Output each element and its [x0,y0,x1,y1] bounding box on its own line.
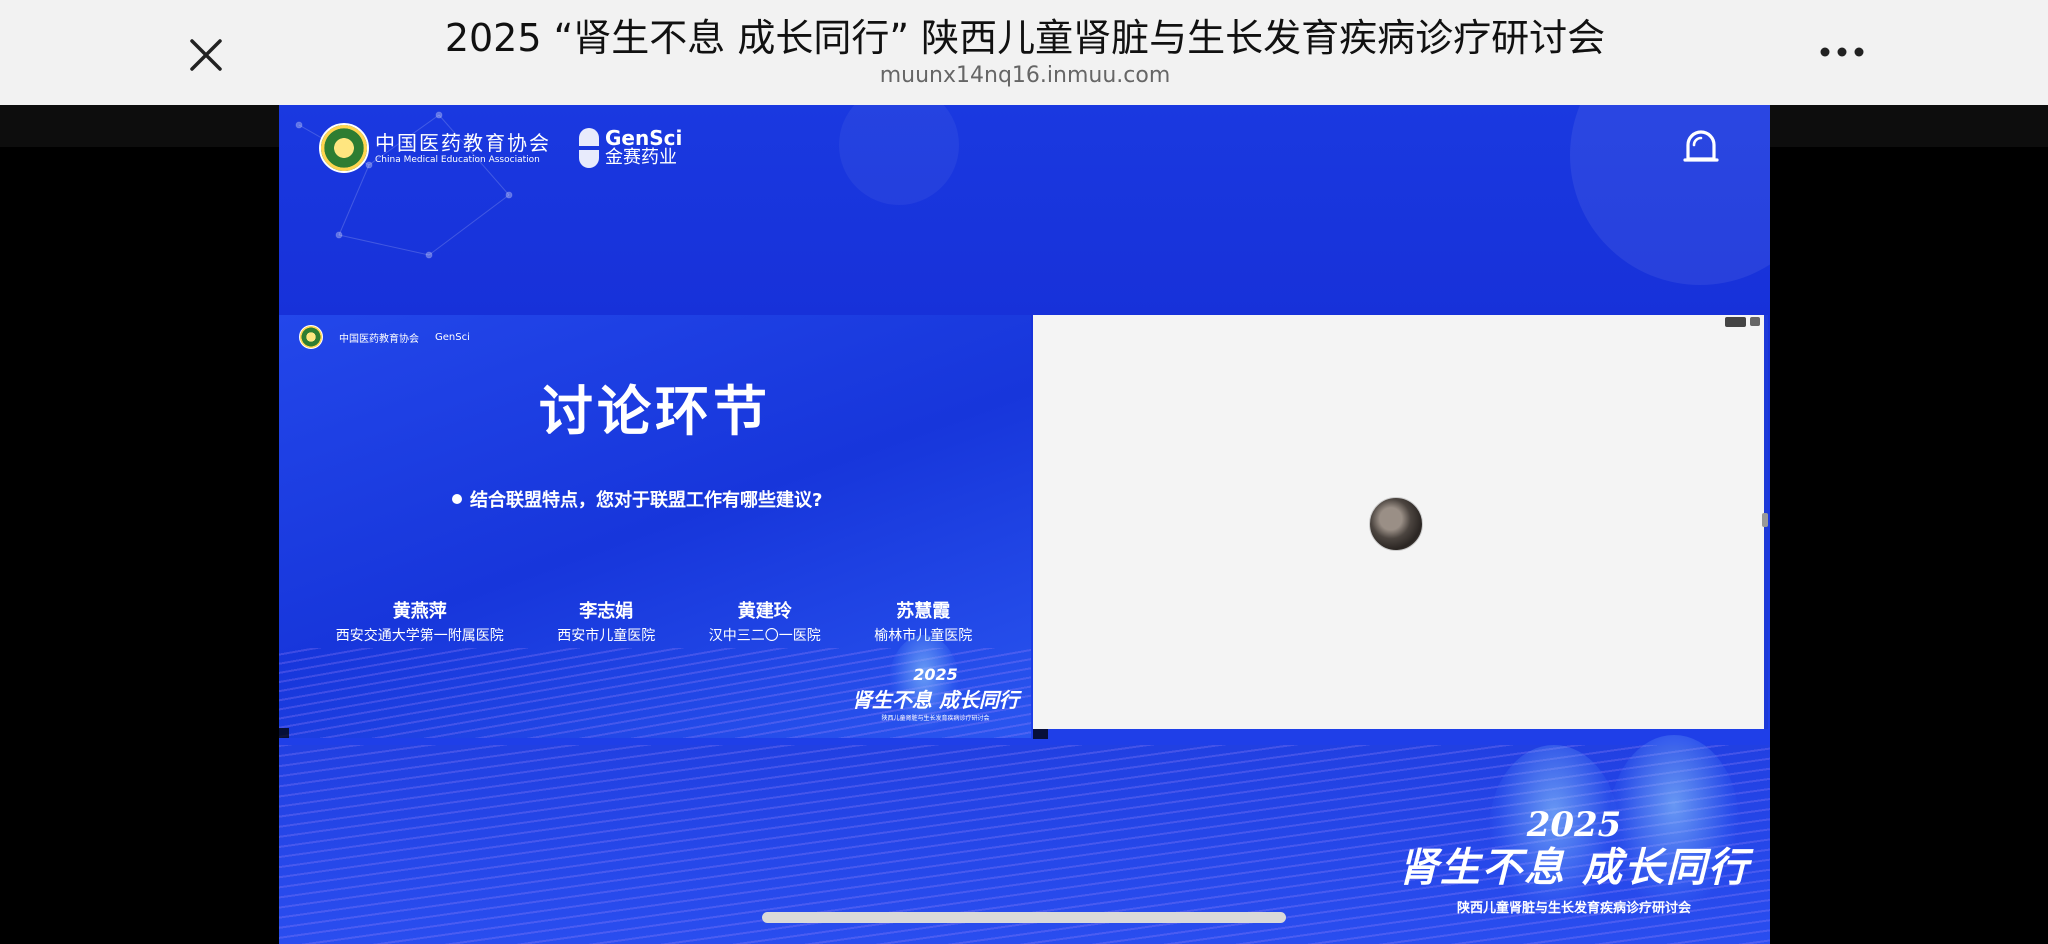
sponsor-logos: 中国医药教育协会 China Medical Education Associa… [319,123,682,173]
cmea-logo: 中国医药教育协会 China Medical Education Associa… [319,123,551,173]
video-tag-icon [1750,317,1760,326]
speaker-name: 李志娟 [579,601,634,622]
speaker-org: 西安市儿童医院 [557,628,656,644]
gensci-name-en: GenSci [605,126,683,150]
live-stream-player[interactable]: 中国医药教育协会 China Medical Education Associa… [279,105,1770,944]
banner-brand: 2025 肾生不息 成长同行 陕西儿童肾脏与生长发育疾病诊疗研讨会 [1398,805,1750,916]
bell-icon [1683,130,1719,162]
banner-slogan: 肾生不息 成长同行 [1398,844,1750,891]
participant-avatar [1369,497,1423,551]
speaker-name: 黄燕萍 [392,601,447,622]
speaker: 黄燕萍 西安交通大学第一附属医院 [336,599,504,647]
gensci-mark-icon [579,128,599,168]
speaker-org: 西安交通大学第一附属医院 [335,628,504,644]
home-indicator[interactable] [762,912,1286,923]
cmea-name-en: China Medical Education Association [375,154,540,165]
slide-question-text: 结合联盟特点，您对于联盟工作有哪些建议? [470,490,823,511]
speaker-org: 汉中三二〇一医院 [708,628,821,644]
slide-source-label [279,728,290,738]
participant-label [1033,729,1048,739]
more-icon [1820,47,1864,57]
participant-video-panel[interactable] [1033,315,1768,739]
decorative-glow [839,105,959,205]
cmea-emblem-icon [299,325,323,349]
panel-resize-handle[interactable] [1762,513,1768,527]
close-button[interactable] [178,27,234,83]
cmea-name-cn: 中国医药教育协会 [375,130,551,155]
close-icon [190,39,222,71]
slide-gensci-name: GenSci [435,331,470,343]
banner-sub: 陕西儿童肾脏与生长发育疾病诊疗研讨会 [1457,901,1692,916]
gensci-logo: GenSci 金赛药业 [579,128,682,168]
top-bar: 2025 “肾生不息 成长同行” 陕西儿童肾脏与生长发育疾病诊疗研讨会 muun… [0,0,2048,106]
video-status-tag [1724,317,1746,327]
page-title: 2025 “肾生不息 成长同行” 陕西儿童肾脏与生长发育疾病诊疗研讨会 [444,16,1606,60]
slide-heading: 讨论环节 [539,380,771,443]
more-button[interactable] [1812,27,1872,77]
gensci-name-cn: 金赛药业 [605,147,677,168]
slide-brand-year: 2025 [913,665,958,684]
slide-brand-slogan: 肾生不息 成长同行 [852,688,1019,712]
subscribe-button[interactable] [1682,127,1720,165]
speaker: 李志娟 西安市儿童医院 [557,599,655,647]
slide-logos: 中国医药教育协会 GenSci [299,325,470,349]
slide-brand-sub: 陕西儿童肾脏与生长发育疾病诊疗研讨会 [881,715,990,722]
banner-year: 2025 [1526,805,1622,845]
speaker-list: 黄燕萍 西安交通大学第一附属医院 李志娟 西安市儿童医院 黄建玲 汉中三二〇一医… [309,599,999,647]
speaker: 黄建玲 汉中三二〇一医院 [709,599,821,647]
speaker-name: 黄建玲 [737,601,792,622]
presentation-slide: 中国医药教育协会 GenSci 讨论环节 结合联盟特点，您对于联盟工作有哪些建议… [279,315,1031,738]
cmea-emblem-icon [319,123,369,173]
bullet-icon [452,494,462,504]
page-url: muunx14nq16.inmuu.com [879,63,1171,88]
title-block: 2025 “肾生不息 成长同行” 陕西儿童肾脏与生长发育疾病诊疗研讨会 muun… [330,14,1720,90]
slide-cmea-name: 中国医药教育协会 [339,333,419,345]
slide-brand: 2025 肾生不息 成长同行 陕西儿童肾脏与生长发育疾病诊疗研讨会 [852,665,1019,722]
decorative-glow [1570,105,1770,285]
slide-question: 结合联盟特点，您对于联盟工作有哪些建议? [452,486,822,512]
speaker-name: 苏慧霞 [896,601,951,622]
